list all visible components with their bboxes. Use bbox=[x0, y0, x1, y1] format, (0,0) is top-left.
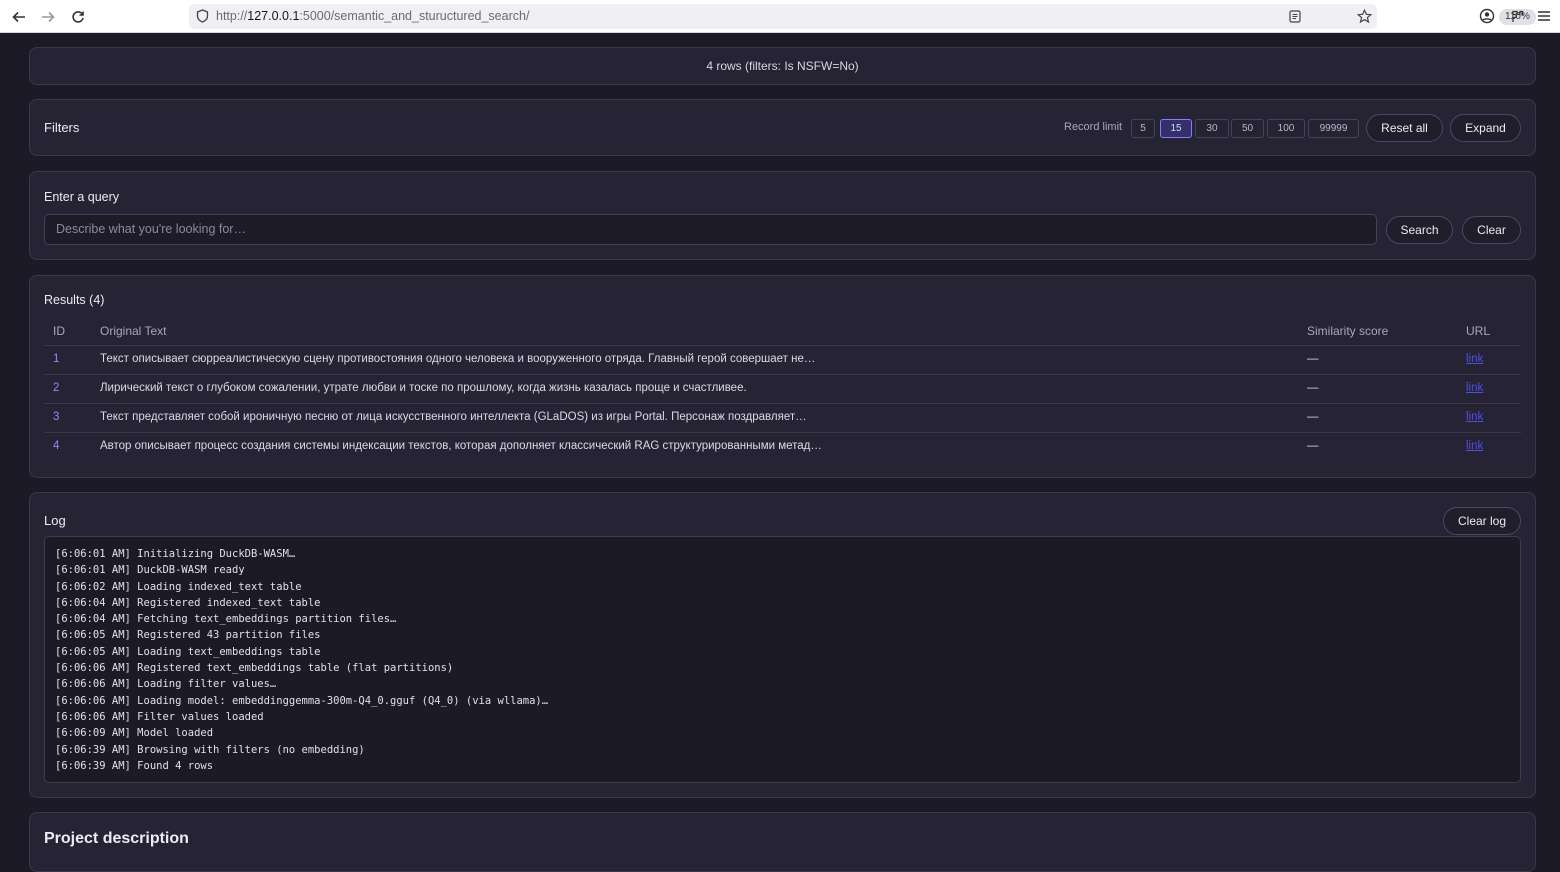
expand-button[interactable]: Expand bbox=[1450, 114, 1521, 142]
reload-icon[interactable] bbox=[67, 6, 89, 28]
results-card: Results (4) ID Original Text Similarity … bbox=[29, 275, 1536, 478]
row-url-link[interactable]: link bbox=[1466, 353, 1483, 365]
log-line: [6:06:39 AM] Found 4 rows bbox=[55, 759, 214, 772]
table-row[interactable]: 3 Текст представляет собой ироничную пес… bbox=[44, 403, 1521, 432]
row-id: 2 bbox=[53, 382, 60, 394]
row-url-link[interactable]: link bbox=[1466, 440, 1483, 452]
log-title: Log bbox=[44, 513, 66, 528]
log-line: [6:06:06 AM] Registered text_embeddings … bbox=[55, 662, 454, 675]
row-similarity-score: — bbox=[1307, 440, 1319, 452]
log-line: [6:06:01 AM] Initializing DuckDB-WASM… bbox=[55, 548, 296, 560]
log-line: [6:06:05 AM] Registered 43 partition fil… bbox=[55, 629, 321, 642]
log-output[interactable]: [6:06:01 AM] Initializing DuckDB-WASM… [… bbox=[44, 536, 1521, 783]
table-row[interactable]: 2 Лирический текст о глубоком сожалении,… bbox=[44, 374, 1521, 403]
results-title: Results (4) bbox=[44, 293, 105, 307]
log-line: [6:06:06 AM] Loading model: embeddinggem… bbox=[55, 694, 549, 707]
limit-option-50[interactable]: 50 bbox=[1231, 119, 1264, 138]
filters-card: Filters Record limit 5 15 30 50 100 9999… bbox=[29, 99, 1536, 156]
url-text: http://127.0.0.1:5000/semantic_and_sturu… bbox=[216, 9, 530, 23]
row-url-link[interactable]: link bbox=[1466, 382, 1483, 394]
query-card: Enter a query Describe what you're looki… bbox=[29, 171, 1536, 260]
row-similarity-score: — bbox=[1307, 353, 1319, 365]
log-line: [6:06:01 AM] DuckDB-WASM ready bbox=[55, 564, 245, 577]
log-line: [6:06:06 AM] Filter values loaded bbox=[55, 710, 264, 723]
column-header-similarity-score[interactable]: Similarity score bbox=[1307, 324, 1388, 338]
log-line: [6:06:04 AM] Registered indexed_text tab… bbox=[55, 596, 321, 609]
limit-option-99999[interactable]: 99999 bbox=[1308, 119, 1359, 138]
query-label: Enter a query bbox=[44, 190, 120, 204]
limit-option-100[interactable]: 100 bbox=[1267, 119, 1305, 138]
reset-all-button[interactable]: Reset all bbox=[1366, 114, 1443, 142]
log-line: [6:06:04 AM] Fetching text_embeddings pa… bbox=[55, 613, 397, 626]
log-line: [6:06:02 AM] Loading indexed_text table bbox=[55, 580, 302, 593]
column-header-url[interactable]: URL bbox=[1466, 324, 1490, 338]
column-header-id[interactable]: ID bbox=[53, 324, 65, 338]
account-icon[interactable] bbox=[1478, 7, 1496, 25]
row-original-text: Лирический текст о глубоком сожалении, у… bbox=[100, 382, 747, 394]
row-original-text: Автор описывает процесс создания системы… bbox=[100, 440, 822, 452]
log-line: [6:06:05 AM] Loading text_embeddings tab… bbox=[55, 645, 321, 658]
status-card: 4 rows (filters: Is NSFW=No) bbox=[29, 47, 1536, 85]
row-original-text: Текст описывает сюрреалистическую сцену … bbox=[100, 353, 816, 365]
browser-toolbar: http://127.0.0.1:5000/semantic_and_sturu… bbox=[0, 0, 1560, 33]
row-original-text: Текст представляет собой ироничную песню… bbox=[100, 411, 807, 423]
search-button[interactable]: Search bbox=[1386, 216, 1453, 244]
column-header-original-text[interactable]: Original Text bbox=[100, 324, 166, 338]
table-row[interactable]: 4 Автор описывает процесс создания систе… bbox=[44, 432, 1521, 461]
query-input[interactable]: Describe what you're looking for… bbox=[44, 214, 1377, 245]
extensions-icon[interactable] bbox=[1508, 7, 1526, 25]
log-card: Log Clear log [6:06:01 AM] Initializing … bbox=[29, 492, 1536, 798]
project-description-card: Project description bbox=[29, 812, 1536, 872]
project-description-title: Project description bbox=[44, 830, 189, 847]
log-line: [6:06:06 AM] Loading filter values… bbox=[55, 678, 277, 691]
limit-option-30[interactable]: 30 bbox=[1195, 119, 1229, 138]
table-row[interactable]: 1 Текст описывает сюрреалистическую сцен… bbox=[44, 345, 1521, 374]
row-similarity-score: — bbox=[1307, 411, 1319, 423]
row-similarity-score: — bbox=[1307, 382, 1319, 394]
shield-icon[interactable] bbox=[193, 7, 211, 25]
reader-mode-icon[interactable] bbox=[1286, 7, 1304, 25]
menu-icon[interactable] bbox=[1535, 7, 1553, 25]
log-line: [6:06:09 AM] Model loaded bbox=[55, 727, 214, 740]
clear-log-button[interactable]: Clear log bbox=[1443, 507, 1521, 535]
forward-arrow-icon[interactable] bbox=[37, 6, 59, 28]
limit-option-15[interactable]: 15 bbox=[1160, 119, 1192, 138]
status-text: 4 rows (filters: Is NSFW=No) bbox=[706, 59, 859, 73]
limit-option-5[interactable]: 5 bbox=[1131, 119, 1155, 138]
address-bar[interactable]: http://127.0.0.1:5000/semantic_and_sturu… bbox=[189, 4, 1536, 29]
row-id: 1 bbox=[53, 353, 60, 365]
clear-button[interactable]: Clear bbox=[1462, 216, 1521, 244]
row-id: 3 bbox=[53, 411, 60, 423]
filters-title: Filters bbox=[44, 120, 80, 135]
row-id: 4 bbox=[53, 440, 60, 452]
bookmark-star-icon[interactable] bbox=[1355, 7, 1373, 25]
log-line: [6:06:39 AM] Browsing with filters (no e… bbox=[55, 743, 365, 756]
record-limit-label: Record limit bbox=[1064, 121, 1123, 133]
back-arrow-icon[interactable] bbox=[8, 6, 30, 28]
row-url-link[interactable]: link bbox=[1466, 411, 1483, 423]
